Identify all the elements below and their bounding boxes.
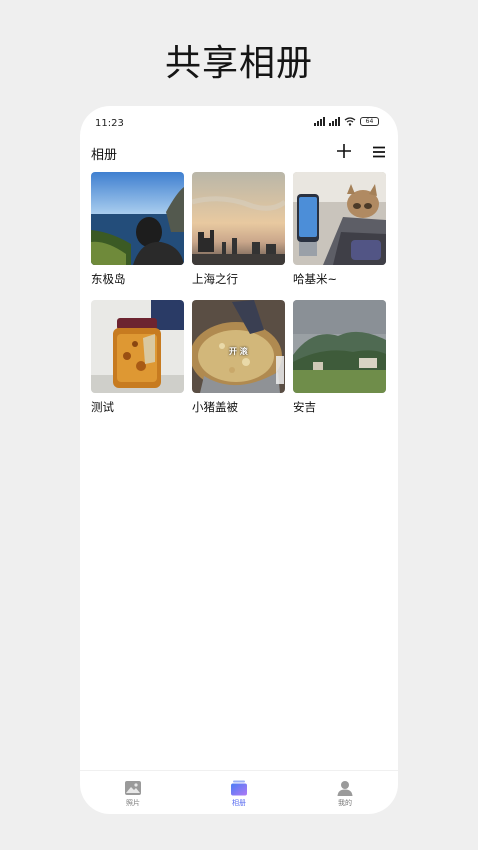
album-cover — [192, 172, 285, 265]
album-cover-image — [293, 172, 386, 265]
album-icon — [231, 780, 247, 796]
album-grid: 东极岛 上海之行 哈基米~ 测试 开 滚 小猪盖被 安吉 — [91, 172, 387, 416]
album-name: 上海之行 — [192, 272, 238, 286]
tab-profile[interactable]: 我的 — [305, 771, 385, 814]
phone-screen: 11:23 64 相册 东极岛 上海之行 哈基米~ 测试 开 滚 小猪盖被 安吉… — [80, 106, 398, 814]
battery-icon: 64 — [360, 117, 379, 126]
album-item[interactable]: 东极岛 — [91, 172, 184, 288]
album-cover-image — [293, 300, 386, 393]
tab-label: 照片 — [126, 799, 140, 807]
wifi-icon — [344, 117, 356, 126]
signal-icon — [314, 117, 325, 126]
album-name: 测试 — [91, 400, 114, 414]
album-item[interactable]: 安吉 — [293, 300, 386, 416]
tab-photos[interactable]: 照片 — [93, 771, 173, 814]
album-item[interactable]: 测试 — [91, 300, 184, 416]
tab-label: 我的 — [338, 799, 352, 807]
album-name: 东极岛 — [91, 272, 126, 286]
page-title: 相册 — [91, 148, 118, 163]
album-cover-image — [91, 300, 184, 393]
app-header: 相册 — [80, 142, 398, 172]
status-icons: 64 — [314, 117, 379, 126]
album-cover-image — [192, 172, 285, 265]
album-cover — [293, 172, 386, 265]
album-name: 小猪盖被 — [192, 400, 238, 414]
promo-title: 共享相册 — [164, 43, 313, 84]
status-time: 11:23 — [95, 118, 124, 129]
album-cover-image — [91, 172, 184, 265]
add-album-button[interactable] — [336, 143, 352, 159]
album-cover — [293, 300, 386, 393]
album-item[interactable]: 开 滚 小猪盖被 — [192, 300, 285, 416]
album-item[interactable]: 哈基米~ — [293, 172, 386, 288]
tab-albums[interactable]: 相册 — [199, 771, 279, 814]
album-cover: 开 滚 — [192, 300, 285, 393]
photo-icon — [125, 781, 141, 795]
status-bar: 11:23 64 — [80, 106, 398, 142]
person-icon — [337, 781, 353, 796]
video-overlay-text: 开 滚 — [229, 347, 248, 356]
tab-label: 相册 — [232, 799, 246, 807]
album-item[interactable]: 上海之行 — [192, 172, 285, 288]
bottom-tab-bar: 照片 相册 我的 — [80, 770, 398, 814]
album-name: 哈基米~ — [293, 272, 338, 286]
album-name: 安吉 — [293, 400, 316, 414]
signal-icon-2 — [329, 117, 340, 126]
album-cover — [91, 300, 184, 393]
album-cover — [91, 172, 184, 265]
menu-button[interactable] — [372, 145, 386, 159]
